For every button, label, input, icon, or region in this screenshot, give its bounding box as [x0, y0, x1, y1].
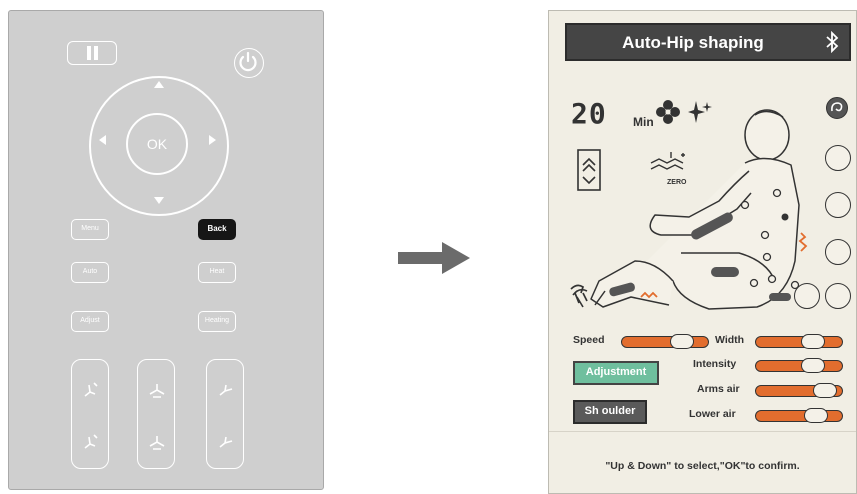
bluetooth-icon: [826, 31, 839, 53]
heat-button[interactable]: Heat: [198, 262, 236, 283]
shoulder-button[interactable]: Sh oulder: [573, 400, 647, 424]
adjust-button[interactable]: Adjust: [71, 311, 109, 332]
speed-label: Speed: [573, 334, 605, 346]
hand-icon: [570, 284, 588, 304]
remote-control: OK Menu Back Auto Heat Adjust Heating: [8, 10, 324, 490]
zero-up-icon: [149, 384, 165, 398]
intensity-slider[interactable]: [755, 358, 843, 373]
power-icon: [239, 52, 257, 72]
speed-knob[interactable]: [670, 334, 694, 349]
lower-air-knob[interactable]: [804, 408, 828, 423]
menu-button[interactable]: Menu: [71, 219, 109, 240]
width-label: Width: [715, 334, 745, 346]
arms-air-label: Arms air: [697, 383, 740, 395]
lower-air-slider[interactable]: [755, 408, 843, 423]
position-indicator-active: [826, 97, 848, 119]
zero-down-icon: [149, 436, 165, 450]
lower-air-label: Lower air: [689, 408, 736, 420]
speed-slider[interactable]: [621, 334, 709, 349]
pause-button[interactable]: [67, 41, 117, 65]
down-arrow-button[interactable]: [154, 197, 164, 204]
display-panel: Auto-Hip shaping 20 Min ZERO Speed Width…: [548, 10, 857, 494]
adjustment-button[interactable]: Adjustment: [573, 361, 659, 385]
width-knob[interactable]: [801, 334, 825, 349]
left-arrow-button[interactable]: [99, 135, 106, 145]
width-slider[interactable]: [755, 334, 843, 349]
back-button[interactable]: Back: [198, 219, 236, 240]
intensity-label: Intensity: [693, 358, 737, 370]
mode-title: Auto-Hip shaping: [622, 33, 764, 52]
recline-down-icon: [84, 434, 98, 449]
title-bar: Auto-Hip shaping: [565, 23, 851, 61]
instruction-text: "Up & Down" to select,"OK"to confirm.: [605, 460, 800, 472]
right-arrow-button[interactable]: [209, 135, 216, 145]
auto-button[interactable]: Auto: [71, 262, 109, 283]
leg-rocker[interactable]: [206, 359, 244, 469]
divider: [549, 431, 856, 432]
power-button[interactable]: [234, 48, 264, 78]
up-arrow-button[interactable]: [154, 81, 164, 88]
leg-down-icon: [219, 436, 233, 448]
recline-rocker[interactable]: [71, 359, 109, 469]
zero-gravity-rocker[interactable]: [137, 359, 175, 469]
massage-chair-body-icon: [572, 109, 808, 310]
arms-air-slider[interactable]: [755, 383, 843, 398]
position-indicator-2: [825, 145, 851, 171]
position-indicator-3: [825, 192, 851, 218]
intensity-knob[interactable]: [801, 358, 825, 373]
heating-button[interactable]: Heating: [198, 311, 236, 332]
arms-air-knob[interactable]: [813, 383, 837, 398]
position-indicator-5: [794, 283, 820, 309]
leg-up-icon: [219, 384, 233, 396]
position-indicator-6: [825, 283, 851, 309]
ok-label: OK: [146, 136, 168, 152]
right-arrow-icon: [398, 242, 470, 274]
ok-button[interactable]: OK: [126, 113, 188, 175]
position-indicator-4: [825, 239, 851, 265]
swirl-icon: [830, 101, 842, 111]
recline-up-icon: [84, 382, 98, 397]
